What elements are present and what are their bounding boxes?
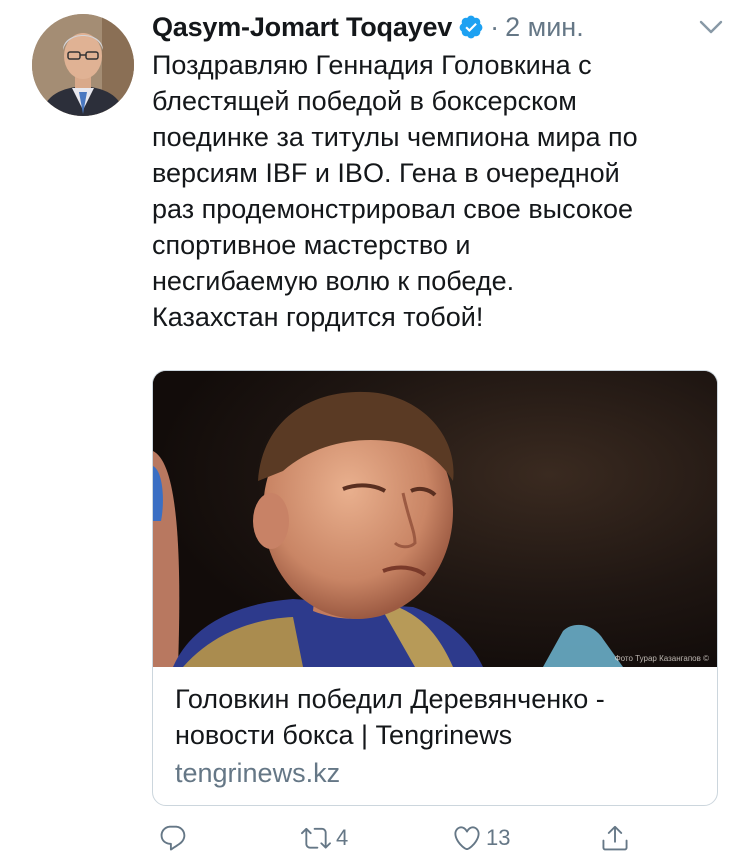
retweet-button[interactable]: 4 <box>300 822 348 854</box>
card-title: Головкин победил Деревянченко - новости … <box>175 684 605 750</box>
tweet-text: Поздравляю Геннадия Головкина с блестяще… <box>152 50 638 332</box>
reply-icon <box>158 823 188 853</box>
like-count: 13 <box>486 825 511 850</box>
share-button[interactable] <box>600 822 630 854</box>
card-domain: tengrinews.kz <box>175 758 341 788</box>
retweet-icon <box>300 823 332 853</box>
retweet-count: 4 <box>336 825 349 850</box>
avatar[interactable] <box>32 14 134 116</box>
like-button[interactable]: 13 <box>452 822 510 854</box>
author-name[interactable]: Qasym-Jomart Toqayev <box>152 12 452 43</box>
verified-badge-icon <box>458 14 484 40</box>
tweet-actions: 4 13 <box>152 822 652 854</box>
reply-button[interactable] <box>158 822 188 854</box>
header-separator: · <box>490 11 500 42</box>
photo-credit: Фото Турар Казангапов © <box>614 654 709 663</box>
tweet[interactable]: Qasym-Jomart Toqayev · 2 мин. Поздравляю… <box>0 0 750 855</box>
tweet-header: Qasym-Jomart Toqayev · 2 мин. <box>152 10 730 44</box>
share-icon <box>600 823 630 853</box>
card-body: Головкин победил Деревянченко - новости … <box>153 667 717 791</box>
chevron-down-icon[interactable] <box>698 18 724 36</box>
tweet-timestamp[interactable]: 2 мин. <box>505 12 584 43</box>
heart-icon <box>452 823 482 853</box>
card-image: Фото Турар Казангапов © <box>153 371 717 667</box>
link-card[interactable]: Фото Турар Казангапов © Головкин победил… <box>152 370 718 806</box>
